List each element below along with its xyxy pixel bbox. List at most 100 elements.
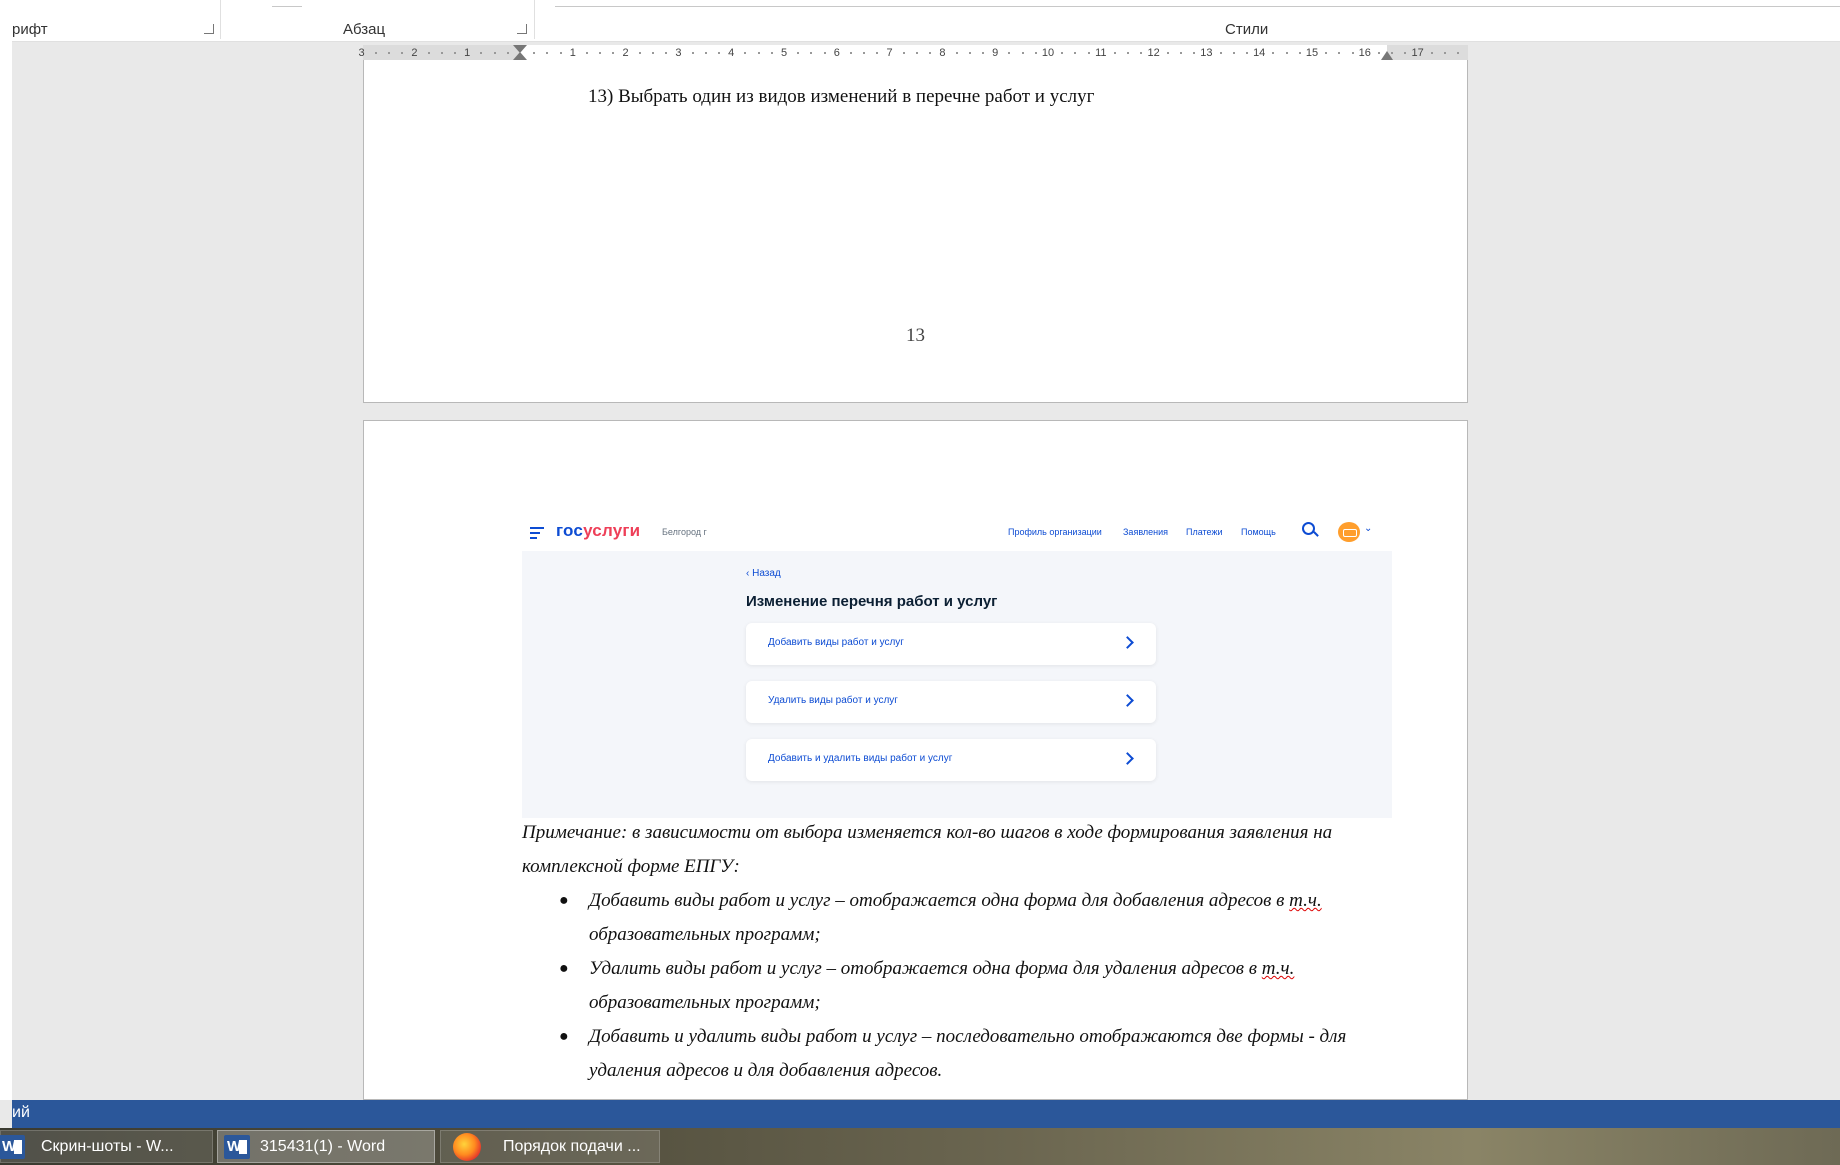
- ruler-tick: [652, 52, 654, 54]
- nav-help: Помощь: [1241, 527, 1276, 537]
- ribbon-divider-line: [555, 6, 1840, 7]
- ruler-number: 7: [886, 47, 893, 59]
- ruler-tick: [1298, 52, 1301, 54]
- ruler-tick: [704, 52, 707, 54]
- ruler-tick: [1087, 52, 1090, 54]
- word-icon: W: [0, 1135, 25, 1159]
- ruler-tick: [1246, 52, 1248, 54]
- document-page-14[interactable]: госуслуги Белгород г Профиль организации…: [363, 420, 1468, 1100]
- paragraph-dialog-launcher-icon[interactable]: [517, 24, 527, 34]
- horizontal-ruler[interactable]: 3 2 1 1 2 3 4 5 6 7 8 9 10 11 12 13 14 15 16 17: [359, 45, 1468, 69]
- taskbar-item-screenshots-doc[interactable]: W Скрин-шоты - W...: [0, 1130, 213, 1163]
- option-label: Добавить виды работ и услуг: [768, 637, 904, 648]
- taskbar-item-firefox[interactable]: Порядок подачи ...: [440, 1130, 660, 1163]
- ruler-tick: [1140, 52, 1143, 54]
- menu-icon: [530, 527, 544, 542]
- ruler-tick: [374, 52, 377, 54]
- search-icon: [1302, 522, 1315, 535]
- gosuslugi-header: госуслуги Белгород г Профиль организации…: [522, 513, 1392, 551]
- screenshot-title: Изменение перечня работ и услуг: [746, 593, 998, 610]
- ruler-tick: [1219, 52, 1222, 54]
- option-card-add: Добавить виды работ и услуг: [746, 623, 1156, 665]
- ruler-tick: [546, 52, 549, 54]
- ruler-number: 1: [569, 47, 576, 59]
- ruler-tick: [863, 52, 866, 54]
- ruler-tick: [1430, 52, 1433, 54]
- ribbon-group-separator: [220, 0, 221, 39]
- list-item-text: Добавить и удалить виды работ и услуг – …: [589, 1026, 1347, 1081]
- ruler-tick: [559, 52, 562, 54]
- ribbon-group-font-label: рифт: [12, 21, 48, 38]
- back-link: ‹ Назад: [746, 568, 781, 579]
- ruler-tick: [1272, 52, 1275, 54]
- gosuslugi-logo: госуслуги: [556, 521, 641, 540]
- step-heading: 13) Выбрать один из видов изменений в пе…: [588, 86, 1095, 107]
- ruler-number: 12: [1147, 47, 1160, 59]
- chevron-right-icon: [1121, 694, 1134, 707]
- ruler-number: 16: [1358, 47, 1371, 59]
- ruler-tick: [665, 52, 668, 54]
- ruler-tick: [797, 52, 800, 54]
- ruler-number: 2: [622, 47, 629, 59]
- list-item-text: Добавить виды работ и услуг – отображает…: [589, 890, 1322, 945]
- ruler-tick: [757, 52, 760, 54]
- ribbon-group-bar: рифт Абзац Стили: [12, 0, 1840, 42]
- ruler-number: 17: [1411, 47, 1424, 59]
- ruler-number: 6: [833, 47, 840, 59]
- ruler-tick: [955, 52, 958, 54]
- note-paragraph: Примечание: в зависимости от выбора изме…: [522, 822, 1333, 877]
- ruler-number: 10: [1041, 47, 1055, 59]
- ruler-tick: [1193, 52, 1196, 54]
- ruler-tick: [1008, 52, 1011, 54]
- nav-applications: Заявления: [1123, 527, 1169, 537]
- ruler-number: 2: [411, 47, 418, 59]
- ruler-tick: [586, 52, 588, 54]
- page-number: 13: [906, 325, 925, 346]
- ruler-tick: [1166, 52, 1169, 54]
- ruler-number: 9: [992, 47, 999, 59]
- ruler-tick: [1074, 52, 1077, 54]
- ruler-tick: [1232, 52, 1235, 54]
- ruler-tick: [902, 52, 905, 54]
- word-status-bar: ий: [12, 1100, 1840, 1128]
- ruler-tick: [427, 52, 430, 54]
- list-item-text: Удалить виды работ и услуг – отображаетс…: [589, 958, 1295, 1013]
- taskbar-item-word-active[interactable]: W 315431(1) - Word: [217, 1130, 435, 1163]
- ruler-tick: [506, 52, 509, 54]
- ruler-tick: [388, 52, 390, 54]
- ruler-tick: [850, 52, 852, 54]
- ribbon-divider-line: [272, 6, 302, 7]
- ruler-number: 11: [1095, 47, 1107, 59]
- ruler-tick: [401, 52, 404, 54]
- option-card-remove: Удалить виды работ и услуг: [746, 681, 1156, 723]
- chevron-down-icon: ⌄: [1364, 523, 1373, 534]
- ruler-tick: [1127, 52, 1130, 54]
- ruler-number: 3: [358, 47, 365, 59]
- hanging-indent-marker-icon[interactable]: [513, 52, 527, 60]
- ruler-tick: [1444, 52, 1446, 54]
- ruler-tick: [1378, 52, 1380, 54]
- document-page-13[interactable]: 13) Выбрать один из видов изменений в пе…: [363, 60, 1468, 403]
- ruler-number: 5: [780, 47, 788, 59]
- ruler-tick: [770, 52, 773, 54]
- embedded-screenshot: госуслуги Белгород г Профиль организации…: [522, 513, 1392, 818]
- ruler-tick: [929, 52, 932, 54]
- firefox-icon: [453, 1133, 481, 1161]
- word-icon: W: [224, 1135, 250, 1159]
- ruler-tick: [876, 52, 879, 54]
- ruler-tick: [810, 52, 813, 54]
- nav-profile: Профиль организации: [1008, 527, 1102, 537]
- option-label: Добавить и удалить виды работ и услуг: [768, 753, 953, 764]
- ribbon-group-separator: [534, 0, 535, 39]
- avatar-icon: [1338, 522, 1360, 542]
- ruler-number: 13: [1200, 47, 1213, 59]
- ruler-tick: [691, 52, 694, 54]
- option-label: Удалить виды работ и услуг: [768, 695, 898, 706]
- ribbon-group-paragraph-label: Абзац: [343, 21, 386, 38]
- window-left-edge: [0, 0, 12, 1100]
- ruler-tick: [1021, 52, 1024, 54]
- font-dialog-launcher-icon[interactable]: [204, 24, 214, 34]
- ribbon-group-styles-label: Стили: [1225, 21, 1269, 38]
- ruler-tick: [440, 52, 443, 54]
- ruler-tick: [1325, 52, 1328, 54]
